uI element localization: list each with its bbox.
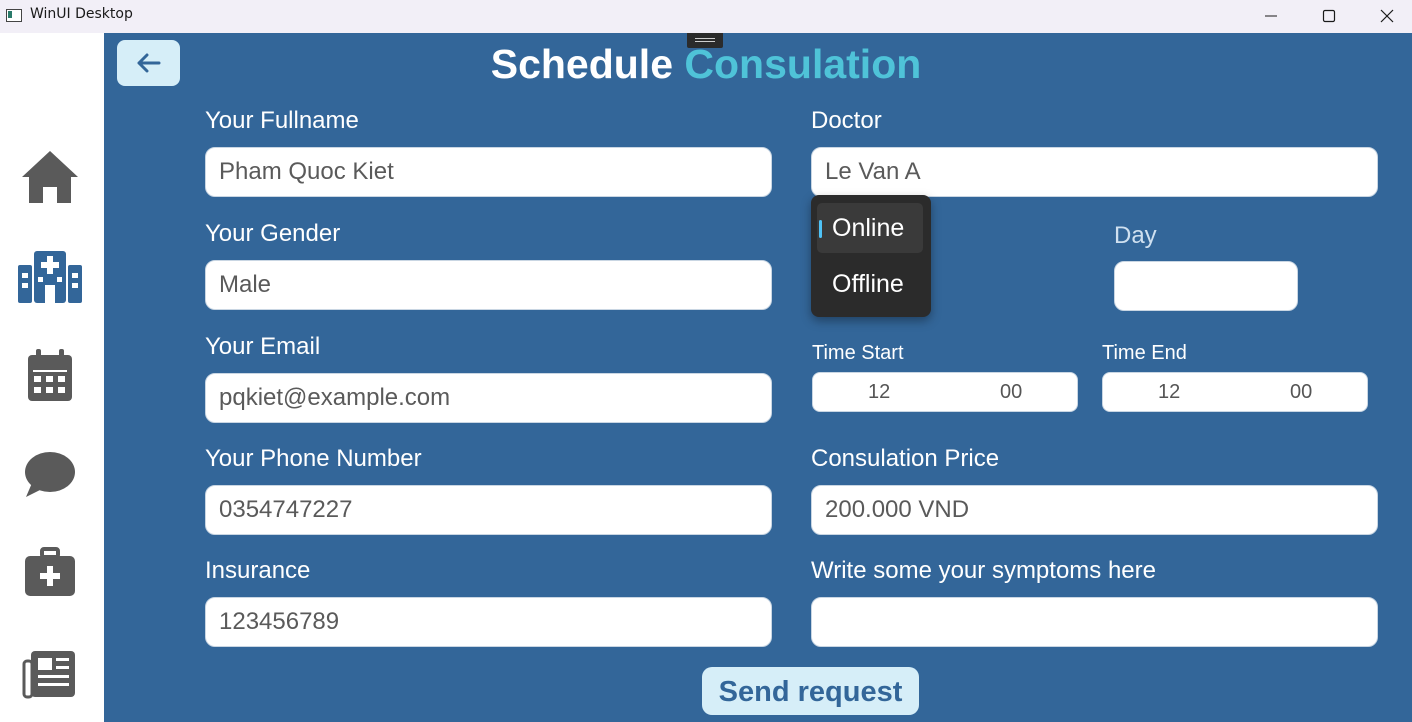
time-start-minute[interactable]: 00: [1000, 381, 1022, 404]
time-start-picker[interactable]: 12 00: [812, 372, 1078, 412]
sidebar-item-calendar[interactable]: [14, 343, 86, 407]
close-button[interactable]: [1358, 0, 1412, 33]
insurance-label: Insurance: [205, 557, 311, 584]
minimize-icon: [1265, 15, 1277, 17]
symptoms-field[interactable]: [811, 597, 1378, 647]
doctor-field[interactable]: Le Van A: [811, 147, 1378, 197]
symptoms-label: Write some your symptoms here: [811, 557, 1156, 584]
price-field[interactable]: 200.000 VND: [811, 485, 1378, 535]
sidebar-item-home[interactable]: [14, 143, 86, 207]
sidebar-item-chat[interactable]: [14, 443, 86, 507]
time-end-hour[interactable]: 12: [1158, 381, 1180, 404]
main-panel: Schedule Consulation Your Fullname Pham …: [104, 33, 1412, 722]
insurance-field[interactable]: 123456789: [205, 597, 772, 647]
phone-label: Your Phone Number: [205, 445, 422, 472]
window-title: WinUI Desktop: [30, 6, 133, 22]
doctor-label: Doctor: [811, 107, 882, 134]
title-part-2: Consulation: [684, 41, 922, 87]
day-field[interactable]: [1114, 261, 1298, 311]
email-label: Your Email: [205, 333, 321, 360]
close-icon: [1380, 9, 1394, 23]
home-icon: [22, 151, 78, 203]
maximize-button[interactable]: [1300, 0, 1358, 33]
send-request-button[interactable]: Send request: [702, 667, 919, 715]
minimize-button[interactable]: [1242, 0, 1300, 33]
day-label: Day: [1114, 222, 1157, 249]
dropdown-option-offline[interactable]: Offline: [817, 259, 923, 309]
dropdown-option-online[interactable]: Online: [817, 203, 923, 253]
phone-field[interactable]: 0354747227: [205, 485, 772, 535]
title-part-1: Schedule: [490, 41, 673, 87]
time-end-minute[interactable]: 00: [1290, 381, 1312, 404]
fullname-label: Your Fullname: [205, 107, 359, 134]
gender-field[interactable]: Male: [205, 260, 772, 310]
sidebar-item-news[interactable]: [14, 643, 86, 707]
app-icon: [6, 9, 22, 22]
gender-label: Your Gender: [205, 220, 341, 247]
calendar-icon: [28, 349, 72, 401]
consultation-mode-dropdown: Online Offline: [811, 195, 931, 317]
time-start-hour[interactable]: 12: [868, 381, 890, 404]
time-end-label: Time End: [1102, 342, 1187, 364]
maximize-icon: [1322, 9, 1336, 23]
medical-kit-icon: [25, 547, 75, 596]
time-start-label: Time Start: [812, 342, 904, 364]
title-bar: WinUI Desktop: [0, 0, 1412, 33]
news-icon: [22, 651, 75, 699]
price-label: Consulation Price: [811, 445, 1000, 472]
sidebar-item-hospital[interactable]: [14, 243, 86, 307]
email-field[interactable]: pqkiet@example.com: [205, 373, 772, 423]
chat-icon: [25, 452, 75, 497]
sidebar: [0, 33, 104, 722]
page-title: Schedule Consulation: [0, 41, 1412, 88]
time-end-picker[interactable]: 12 00: [1102, 372, 1368, 412]
fullname-field[interactable]: Pham Quoc Kiet: [205, 147, 772, 197]
sidebar-item-medical-kit[interactable]: [14, 543, 86, 607]
hospital-icon: [18, 251, 82, 303]
